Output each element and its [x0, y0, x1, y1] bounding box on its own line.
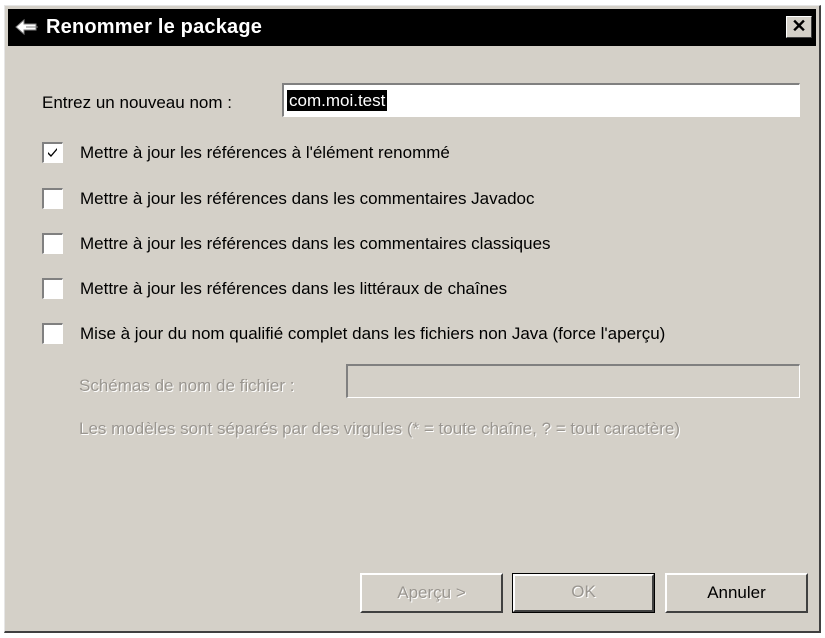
- preview-button[interactable]: Aperçu >: [360, 573, 503, 613]
- new-name-input[interactable]: com.moi.test: [282, 83, 800, 117]
- close-button[interactable]: ✕: [786, 16, 812, 38]
- checkbox[interactable]: [42, 323, 63, 344]
- close-icon: ✕: [791, 16, 807, 36]
- option-label: Mettre à jour les références dans les li…: [80, 279, 508, 298]
- preview-button-label: Aperçu >: [397, 583, 466, 602]
- option-label: Mettre à jour les références à l'élément…: [80, 143, 450, 162]
- checkmark-icon: [48, 148, 57, 157]
- checkbox[interactable]: [42, 278, 63, 299]
- ok-button-label: OK: [571, 582, 596, 601]
- option-label: Mise à jour du nom qualifié complet dans…: [80, 324, 666, 343]
- rename-package-icon: [14, 17, 40, 37]
- new-name-label: Entrez un nouveau nom :: [42, 93, 232, 112]
- new-name-value: com.moi.test: [287, 90, 388, 111]
- option-label: Mettre à jour les références dans les co…: [80, 234, 551, 253]
- file-patterns-hint: Les modèles sont séparés par des virgule…: [79, 419, 681, 438]
- rename-package-dialog: Renommer le package ✕ Entrez un nouveau …: [4, 5, 821, 633]
- checkbox[interactable]: [42, 233, 63, 254]
- cancel-button-label: Annuler: [707, 583, 766, 602]
- window-title: Renommer le package: [46, 16, 263, 38]
- file-patterns-label: Schémas de nom de fichier :: [79, 376, 295, 395]
- title-bar[interactable]: Renommer le package ✕: [8, 9, 816, 46]
- cancel-button[interactable]: Annuler: [665, 573, 808, 613]
- checkbox[interactable]: [42, 188, 63, 209]
- ok-button[interactable]: OK: [512, 573, 655, 613]
- option-label: Mettre à jour les références dans les co…: [80, 189, 535, 208]
- checkbox[interactable]: [42, 142, 63, 163]
- file-patterns-input[interactable]: [346, 364, 800, 398]
